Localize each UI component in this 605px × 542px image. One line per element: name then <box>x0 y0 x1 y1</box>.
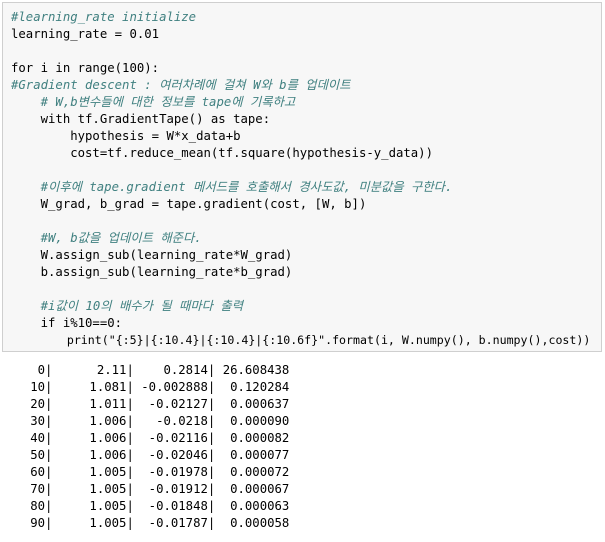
output-line: 60| 1.005| -0.01978| 0.000072 <box>8 465 290 479</box>
code-line: #W, b값을 업데이트 해준다. <box>11 231 202 245</box>
output-line: 0| 2.11| 0.2814| 26.608438 <box>8 363 290 377</box>
output-line: 10| 1.081| -0.002888| 0.120284 <box>8 380 290 394</box>
output-line: 30| 1.006| -0.0218| 0.000090 <box>8 414 290 428</box>
code-line: hypothesis = W*x_data+b <box>11 129 241 143</box>
code-line: W.assign_sub(learning_rate*W_grad) <box>11 248 293 262</box>
code-line: #이후에 tape.gradient 메서드를 호출해서 경사도값, 미분값을 … <box>11 180 453 194</box>
code-line: #Gradient descent : 여러차례에 걸쳐 W와 b를 업데이트 <box>11 78 351 92</box>
output-line: 80| 1.005| -0.01848| 0.000063 <box>8 499 290 513</box>
output-line: 40| 1.006| -0.02116| 0.000082 <box>8 431 290 445</box>
code-line: #learning_rate initialize <box>11 10 197 24</box>
output-line: 50| 1.006| -0.02046| 0.000077 <box>8 448 290 462</box>
code-cell[interactable]: #learning_rate initialize learning_rate … <box>2 2 602 352</box>
code-line: if i%10==0: <box>11 316 123 330</box>
code-line: W_grad, b_grad = tape.gradient(cost, [W,… <box>11 197 367 211</box>
code-line: cost=tf.reduce_mean(tf.square(hypothesis… <box>11 146 433 160</box>
output-line: 90| 1.005| -0.01787| 0.000058 <box>8 516 290 530</box>
code-line: # W,b변수들에 대한 정보를 tape에 기록하고 <box>11 95 296 109</box>
output-line: 70| 1.005| -0.01912| 0.000067 <box>8 482 290 496</box>
code-line: for i in range(100): <box>11 61 160 75</box>
code-line: print("{:5}|{:10.4}|{:10.4}|{:10.6f}".fo… <box>11 333 591 347</box>
code-line: learning_rate = 0.01 <box>11 27 160 41</box>
output-line: 20| 1.011| -0.02127| 0.000637 <box>8 397 290 411</box>
code-line: b.assign_sub(learning_rate*b_grad) <box>11 265 293 279</box>
code-line: with tf.GradientTape() as tape: <box>11 112 271 126</box>
notebook-view: #learning_rate initialize learning_rate … <box>0 0 605 542</box>
code-line: #i값이 10의 배수가 될 때마다 출력 <box>11 299 244 313</box>
